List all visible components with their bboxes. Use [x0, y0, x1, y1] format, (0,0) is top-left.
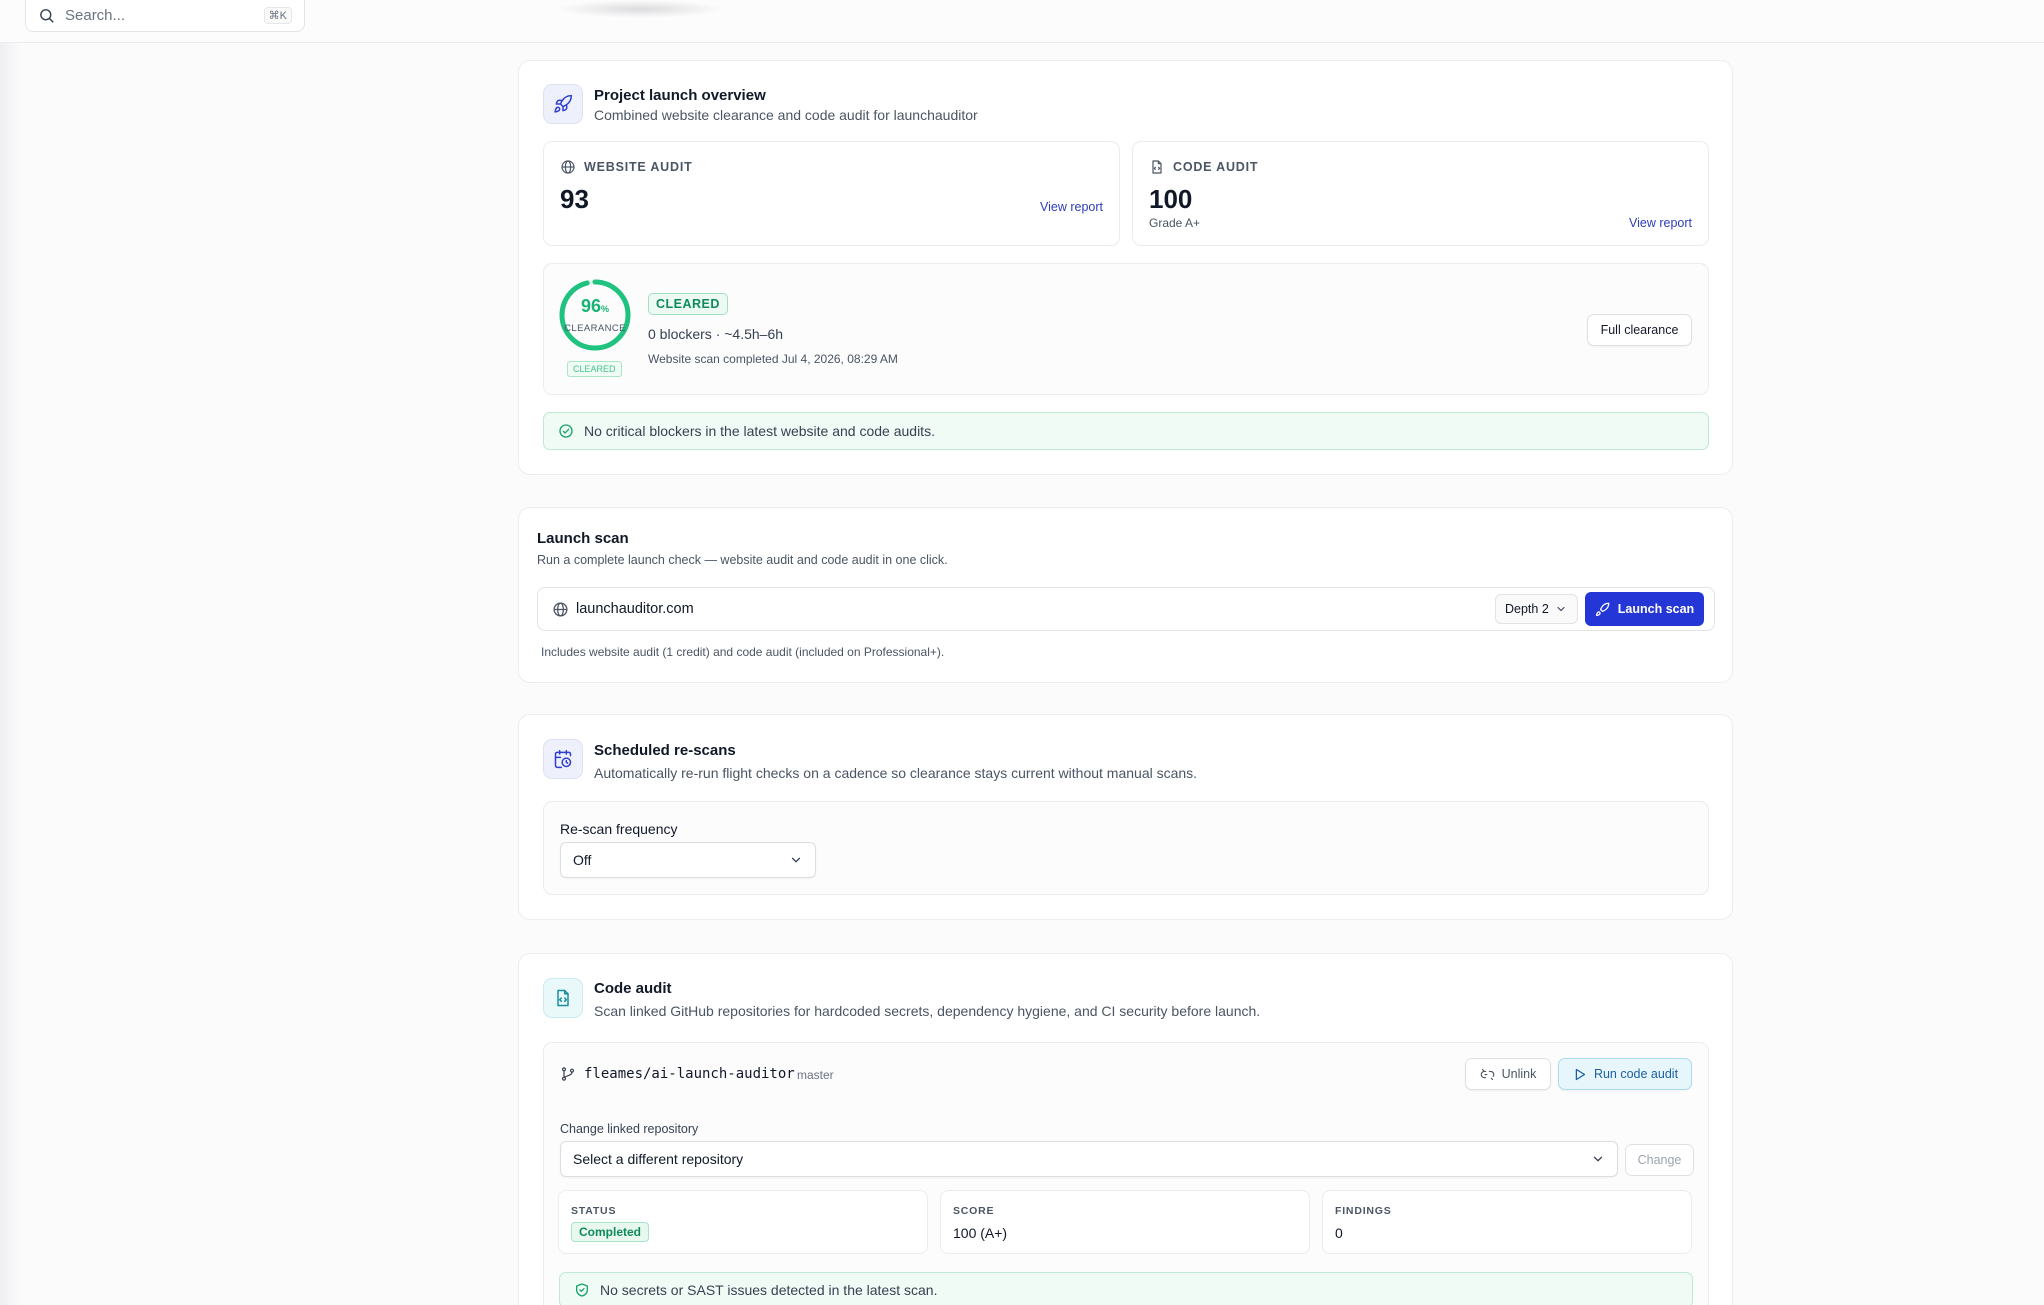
gauge-unit: %: [601, 304, 610, 314]
change-repo-button[interactable]: Change: [1625, 1144, 1694, 1176]
code-audit-score: 100: [1149, 184, 1193, 214]
launch-scan-note: Includes website audit (1 credit) and co…: [541, 645, 945, 659]
run-code-audit-label: Run code audit: [1593, 1067, 1679, 1081]
frequency-value: Off: [573, 852, 592, 868]
top-bar: Search... ⌘K: [0, 0, 2044, 43]
overview-subtitle: Combined website clearance and code audi…: [594, 107, 978, 123]
scheduled-card: Scheduled re-scans Automatically re-run …: [518, 714, 1733, 920]
file-code-icon: [1152, 160, 1162, 174]
code-audit-grade: Grade A+: [1149, 216, 1201, 230]
search-shortcut: ⌘K: [263, 7, 292, 24]
clearance-panel: 96% CLEARANCE CLEARED CLEARED 0 blockers…: [543, 263, 1709, 395]
website-view-report-link[interactable]: View report: [1040, 200, 1103, 214]
website-audit-panel: WEBSITE AUDIT 93 View report: [543, 141, 1120, 246]
launch-scan-button-label: Launch scan: [1617, 602, 1695, 616]
code-audit-label: CODE AUDIT: [1149, 159, 1258, 175]
frequency-select[interactable]: Off: [560, 842, 816, 878]
gauge-number: 96: [580, 296, 601, 316]
top-avatar-blur: [555, 0, 725, 18]
play-icon: [1575, 1068, 1586, 1080]
scheduled-subtitle: Automatically re-run flight checks on a …: [594, 765, 1198, 781]
stat-score-label: SCORE: [953, 1205, 995, 1217]
scan-url-input[interactable]: launchauditor.com: [576, 601, 694, 617]
depth-value: Depth 2: [1505, 602, 1549, 616]
overview-alert: No critical blockers in the latest websi…: [543, 412, 1709, 450]
calendar-clock-icon: [554, 749, 572, 769]
scheduled-icon-tile: [543, 739, 583, 779]
change-repo-label: Change linked repository: [560, 1122, 699, 1136]
unlink-label: Unlink: [1501, 1067, 1537, 1081]
launch-scan-title: Launch scan: [537, 530, 629, 547]
chevron-down-icon: [791, 857, 801, 863]
status-badge: Completed: [571, 1222, 650, 1242]
launch-scan-input-row: launchauditor.com Depth 2 Launch scan: [537, 587, 1715, 631]
depth-select[interactable]: Depth 2: [1495, 594, 1578, 624]
stat-findings-value: 0: [1335, 1225, 1343, 1241]
overview-card: Project launch overview Combined website…: [518, 60, 1733, 475]
website-audit-score: 93: [560, 184, 589, 214]
launch-scan-button[interactable]: Launch scan: [1585, 592, 1704, 626]
change-repo-placeholder: Select a different repository: [573, 1151, 744, 1167]
gauge-label: CLEARANCE: [564, 323, 626, 334]
chevron-down-icon: [1557, 606, 1565, 612]
stat-status-label: STATUS: [571, 1205, 617, 1217]
stat-findings: FINDINGS 0: [1322, 1190, 1692, 1254]
file-code-icon: [557, 989, 569, 1007]
search-box[interactable]: Search... ⌘K: [25, 0, 305, 32]
stat-status: STATUS Completed: [558, 1190, 928, 1254]
code-audit-title: Code audit: [594, 980, 672, 997]
frequency-panel: Re-scan frequency Off: [543, 801, 1709, 895]
search-icon: [40, 9, 54, 23]
launch-scan-card: Launch scan Run a complete launch check …: [518, 507, 1733, 683]
code-view-report-link[interactable]: View report: [1629, 216, 1692, 230]
chevron-down-icon: [1593, 1156, 1603, 1162]
website-audit-label-text: WEBSITE AUDIT: [584, 160, 693, 174]
stat-score: SCORE 100 (A+): [940, 1190, 1310, 1254]
clearance-status-badge: CLEARED: [648, 293, 728, 315]
code-audit-panel: CODE AUDIT 100 Grade A+ View report: [1132, 141, 1709, 246]
scheduled-title: Scheduled re-scans: [594, 742, 736, 759]
gauge-badge: CLEARED: [567, 361, 622, 377]
clearance-completed: Website scan completed Jul 4, 2026, 08:2…: [648, 352, 898, 366]
gauge-value: 96%: [558, 296, 632, 317]
unlink-icon: [1480, 1068, 1494, 1080]
repo-panel: fleames/ai-launch-auditor master Unlink …: [543, 1042, 1709, 1305]
clearance-summary: 0 blockers · ~4.5h–6h: [648, 326, 784, 342]
overview-alert-text: No critical blockers in the latest websi…: [584, 423, 935, 439]
rocket-icon: [1595, 602, 1610, 616]
code-audit-label-text: CODE AUDIT: [1173, 160, 1259, 174]
globe-icon: [561, 160, 575, 174]
frequency-label: Re-scan frequency: [560, 821, 678, 837]
overview-title: Project launch overview: [594, 87, 766, 104]
check-circle-icon: [559, 424, 573, 438]
search-placeholder: Search...: [65, 7, 126, 24]
change-repo-select[interactable]: Select a different repository: [560, 1141, 1618, 1177]
code-audit-alert-text: No secrets or SAST issues detected in th…: [600, 1282, 938, 1298]
stat-findings-label: FINDINGS: [1335, 1205, 1392, 1217]
repo-branch: master: [797, 1068, 834, 1082]
unlink-button[interactable]: Unlink: [1465, 1058, 1551, 1090]
code-audit-subtitle: Scan linked GitHub repositories for hard…: [594, 1003, 1261, 1019]
launch-scan-subtitle: Run a complete launch check — website au…: [537, 553, 948, 567]
overview-icon-tile: [543, 84, 583, 124]
website-audit-label: WEBSITE AUDIT: [560, 159, 693, 175]
stat-score-value: 100 (A+): [953, 1225, 1008, 1241]
full-clearance-button[interactable]: Full clearance: [1587, 314, 1692, 346]
shield-check-icon: [576, 1283, 588, 1297]
sidebar-edge: [0, 42, 22, 1305]
rocket-icon: [554, 94, 573, 113]
code-audit-alert: No secrets or SAST issues detected in th…: [559, 1272, 1693, 1305]
git-branch-icon: [561, 1067, 575, 1081]
repo-name: fleames/ai-launch-auditor: [584, 1066, 795, 1082]
run-code-audit-button[interactable]: Run code audit: [1558, 1058, 1692, 1090]
code-audit-icon-tile: [543, 978, 583, 1018]
globe-icon: [553, 602, 568, 617]
